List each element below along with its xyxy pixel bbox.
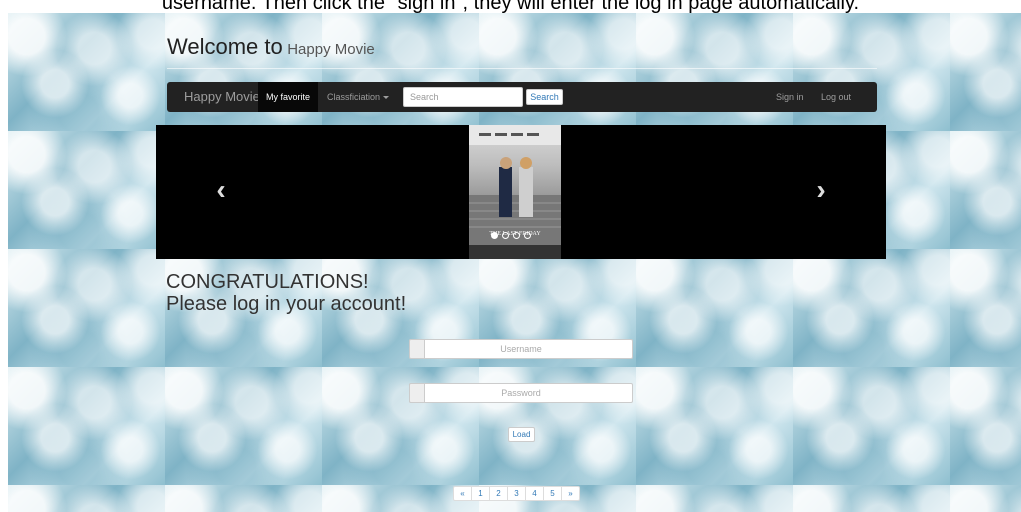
nav-log-out[interactable]: Log out [821,82,851,112]
pagination-page[interactable]: 2 [489,486,508,501]
welcome-brand: Happy Movie [287,41,375,58]
search-button[interactable]: Search [526,89,563,105]
username-input[interactable] [409,339,633,359]
login-prompt: Please log in your account! [166,293,407,315]
congratulations-heading: CONGRATULATIONS! [166,271,369,293]
movie-carousel: THE LAST FRIDAY ‹ › [156,125,886,259]
nav-classification-dropdown[interactable]: Classficiation [327,82,390,112]
carousel-prev-arrow-icon[interactable]: ‹ [206,175,236,205]
nav-classification-label: Classficiation [327,92,381,102]
carousel-indicator[interactable] [524,232,531,239]
pagination: « 1 2 3 4 5 » [453,486,580,501]
navbar-brand[interactable]: Happy Movie [184,82,260,112]
page-header: Welcome to Happy Movie [167,34,375,60]
nav-sign-in[interactable]: Sign in [776,82,804,112]
welcome-text: Welcome to [167,34,283,59]
username-addon [409,339,425,359]
pagination-page[interactable]: 4 [525,486,544,501]
password-input[interactable] [409,383,633,403]
congratulations-message: CONGRATULATIONS! Please log in your acco… [166,271,406,315]
header-divider [167,68,877,69]
caret-down-icon [383,96,390,100]
carousel-indicator[interactable] [513,232,520,239]
carousel-indicator[interactable] [502,232,509,239]
carousel-next-arrow-icon[interactable]: › [806,175,836,205]
navbar: Happy Movie My favorite Classficiation S… [167,82,877,112]
load-button[interactable]: Load [508,427,535,442]
password-addon [409,383,425,403]
pagination-page[interactable]: 3 [507,486,526,501]
search-input[interactable] [403,87,523,107]
pagination-page[interactable]: 5 [543,486,562,501]
pagination-page[interactable]: 1 [471,486,490,501]
nav-my-favorite[interactable]: My favorite [258,82,319,112]
carousel-indicators [491,232,531,239]
pagination-next[interactable]: » [561,486,580,501]
pagination-prev[interactable]: « [453,486,472,501]
carousel-indicator[interactable] [491,232,498,239]
